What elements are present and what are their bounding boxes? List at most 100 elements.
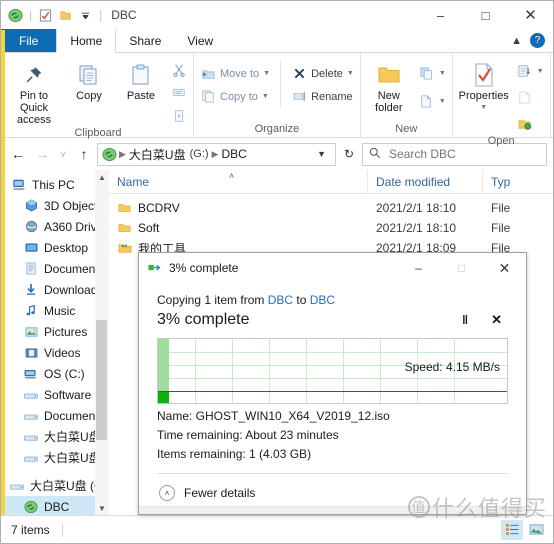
pin-to-quick-access-button[interactable]: Pin to Quick access (5, 57, 63, 126)
nav-item-this-pc[interactable]: This PC (1, 174, 109, 195)
drive-icon-g (23, 430, 39, 444)
chevron-down-icon[interactable]: ▼ (263, 70, 270, 77)
properties-button[interactable]: Properties ▼ (455, 57, 513, 114)
nav-item-downloads[interactable]: Downloads (1, 279, 109, 300)
chevron-down-icon-6[interactable]: ▼ (480, 102, 487, 114)
tab-file[interactable]: File (1, 29, 57, 52)
nav-item-3d-objects[interactable]: 3D Objects (1, 195, 109, 216)
paste-button[interactable]: Paste (115, 57, 167, 102)
nav-item-os-c[interactable]: OS (C:) (1, 363, 109, 384)
table-row[interactable]: BCDRV 2021/2/1 18:10 File (109, 198, 553, 218)
nav-item-music[interactable]: Music (1, 300, 109, 321)
pause-icon[interactable]: ‖ (462, 313, 469, 327)
time-remaining-line: Time remaining: About 23 minutes (157, 428, 339, 442)
copy-to-label: Copy to (220, 90, 258, 103)
music-icon (23, 304, 39, 318)
close-button[interactable]: ✕ (508, 1, 553, 29)
copy-path-button[interactable] (167, 82, 191, 103)
new-folder-button[interactable]: New folder (363, 57, 415, 114)
nav-item-udisk-h[interactable]: 大白菜U盘 (H (1, 447, 109, 468)
copy-destination-link[interactable]: DBC (310, 293, 335, 307)
address-input[interactable]: ▶ 大白菜U盘 (G:) ▶ DBC ▼ (97, 142, 336, 166)
move-to-label: Move to (220, 67, 260, 80)
open-button[interactable]: ▼ (513, 61, 548, 82)
dialog-window-controls: – □ ✕ (397, 253, 526, 283)
copy-button[interactable]: Copy (63, 57, 115, 102)
explorer-icon[interactable] (7, 7, 24, 24)
open-icon (517, 64, 533, 80)
easy-access-button[interactable]: ▼ (415, 91, 450, 112)
delete-button[interactable]: Delete ▼ (287, 63, 358, 84)
fewer-details-button[interactable]: ˄ Fewer details (157, 474, 508, 501)
dialog-maximize-button[interactable]: □ (440, 253, 483, 283)
chevron-down-icon-5[interactable]: ▼ (439, 98, 446, 105)
navigation-scrollbar[interactable]: ▲ ▼ (95, 170, 109, 515)
address-dropdown-icon[interactable]: ▼ (311, 149, 332, 159)
copy-source-link[interactable]: DBC (268, 293, 293, 307)
organize-group-label: Organize (254, 123, 300, 135)
copy-to-button[interactable]: Copy to ▼ (196, 86, 274, 107)
nav-item-videos[interactable]: Videos (1, 342, 109, 363)
breadcrumb-drive-letter: (G:) (189, 148, 209, 160)
minimize-button[interactable]: – (418, 1, 463, 29)
chevron-down-icon-2[interactable]: ▼ (262, 93, 269, 100)
open-group-label: Open (487, 135, 515, 147)
column-header-type[interactable]: Typ (483, 170, 543, 194)
recent-locations-button[interactable]: ∨ (55, 143, 71, 165)
paste-shortcut-button[interactable] (167, 105, 191, 126)
up-button[interactable]: ↑ (73, 143, 95, 165)
nav-item-udisk-g[interactable]: 大白菜U盘 (G (1, 426, 109, 447)
window-title: DBC (111, 8, 137, 22)
dialog-minimize-button[interactable]: – (397, 253, 440, 283)
copying-description: Copying 1 item from DBC to DBC (157, 293, 508, 307)
column-header-name[interactable]: Name ˄ (109, 170, 368, 194)
cancel-icon[interactable]: ✕ (491, 312, 502, 328)
tab-view[interactable]: View (174, 29, 226, 52)
large-icons-view-icon[interactable] (525, 520, 547, 540)
nav-item-a360-drive[interactable]: A360 Drive (1, 216, 109, 237)
rename-button[interactable]: Rename (287, 86, 358, 107)
new-folder-icon[interactable] (57, 7, 74, 24)
nav-item-document-e[interactable]: Document (E:) (1, 405, 109, 426)
edit-button[interactable] (513, 87, 548, 108)
breadcrumb-folder-label[interactable]: DBC (219, 147, 248, 161)
move-to-button[interactable]: Move to ▼ (196, 63, 274, 84)
history-button[interactable] (513, 113, 548, 134)
customize-caret-icon[interactable] (77, 7, 94, 24)
drive-icon (101, 146, 118, 163)
status-bar: 7 items (1, 515, 553, 543)
table-row[interactable]: Soft 2021/2/1 18:10 File (109, 218, 553, 238)
maximize-button[interactable]: □ (463, 1, 508, 29)
tab-share[interactable]: Share (116, 29, 174, 52)
nav-item-desktop[interactable]: Desktop (1, 237, 109, 258)
chevron-down-icon-4[interactable]: ▼ (439, 70, 446, 77)
chevron-down-icon-3[interactable]: ▼ (347, 70, 354, 77)
drive-icon-g-root (9, 479, 25, 493)
help-icon[interactable]: ? (530, 33, 545, 48)
nav-item-dbc[interactable]: DBC (1, 496, 109, 515)
nav-item-documents[interactable]: Documents (1, 258, 109, 279)
dialog-close-button[interactable]: ✕ (483, 253, 526, 283)
scroll-up-icon[interactable]: ▲ (95, 170, 109, 184)
refresh-button[interactable]: ↻ (338, 143, 360, 165)
tab-home[interactable]: Home (56, 29, 117, 53)
cut-button[interactable] (167, 59, 191, 80)
nav-item-software-d[interactable]: Software (D:) (1, 384, 109, 405)
chevron-down-icon-7[interactable]: ▼ (537, 68, 544, 75)
breadcrumb-drive-label[interactable]: 大白菜U盘 (127, 146, 188, 163)
grid-line (306, 339, 307, 403)
chevron-up-icon[interactable]: ▲ (511, 35, 522, 47)
scroll-down-icon[interactable]: ▼ (95, 501, 109, 515)
forward-button[interactable]: → (31, 143, 53, 165)
details-view-icon[interactable] (501, 519, 523, 540)
paste-label: Paste (126, 90, 156, 102)
back-button[interactable]: ← (7, 143, 29, 165)
nav-item-pictures[interactable]: Pictures (1, 321, 109, 342)
column-header-date[interactable]: Date modified (368, 170, 483, 194)
nav-item-udisk-g-root[interactable]: 大白菜U盘 (G:) (1, 475, 109, 496)
new-item-button[interactable]: ▼ (415, 63, 450, 84)
navigation-scrollbar-thumb[interactable] (96, 320, 107, 440)
nav-item-dbc-label: DBC (44, 499, 70, 514)
new-folder-icon-big (376, 60, 402, 90)
properties-icon[interactable] (37, 7, 54, 24)
